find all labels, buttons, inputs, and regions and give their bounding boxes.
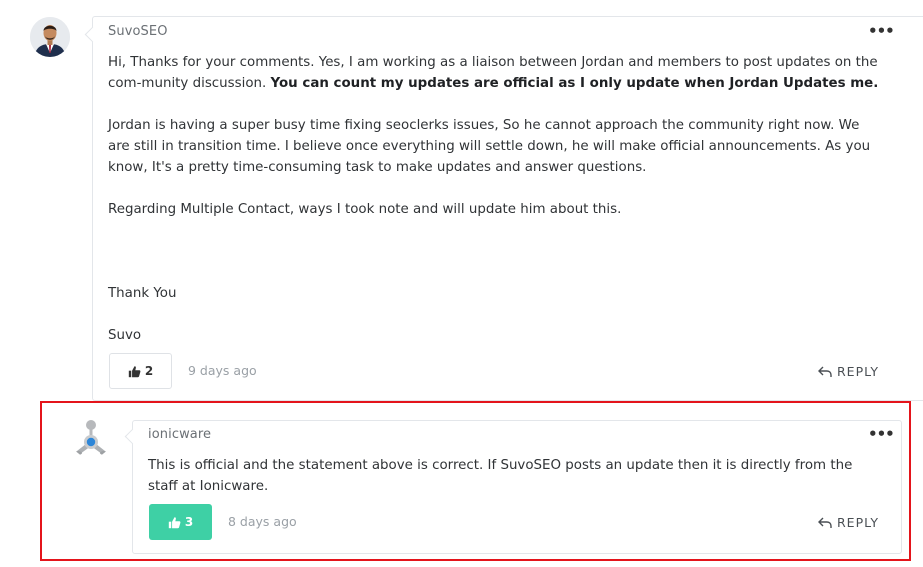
more-dots-icon[interactable]: ••• (868, 425, 895, 443)
comment-body: Hi, Thanks for your comments. Yes, I am … (108, 52, 883, 346)
comment-body: This is official and the statement above… (148, 455, 883, 497)
comment-paragraph: Hi, Thanks for your comments. Yes, I am … (108, 52, 883, 94)
comment-timestamp: 8 days ago (228, 514, 297, 529)
thumbs-up-icon (168, 516, 181, 528)
comment-paragraph: Jordan is having a super busy time fixin… (108, 118, 871, 175)
more-dots-icon[interactable]: ••• (868, 22, 895, 40)
reply-arrow-icon (818, 366, 832, 377)
avatar-ionicware[interactable] (71, 418, 111, 458)
comment-paragraph: Regarding Multiple Contact, ways I took … (108, 202, 622, 217)
thumbs-up-icon (128, 365, 141, 377)
reply-button[interactable]: REPLY (818, 515, 879, 530)
paragraph-bold-text: You can count my updates are official as… (270, 76, 879, 91)
like-count: 3 (184, 515, 194, 529)
comment-author[interactable]: SuvoSEO (108, 24, 168, 39)
reply-label: REPLY (837, 515, 880, 530)
comment-timestamp: 9 days ago (188, 363, 257, 378)
reply-button[interactable]: REPLY (818, 364, 879, 379)
like-button[interactable]: 2 (109, 353, 172, 389)
like-count: 2 (144, 364, 154, 378)
comment-paragraph: This is official and the statement above… (148, 458, 853, 494)
comment-paragraph: Suvo (108, 328, 142, 343)
like-button-active[interactable]: 3 (149, 504, 212, 540)
reply-label: REPLY (837, 364, 880, 379)
avatar-suvoseo[interactable] (30, 17, 70, 57)
comment-paragraph: Thank You (108, 286, 177, 301)
comment-author[interactable]: ionicware (148, 427, 211, 442)
reply-arrow-icon (818, 517, 832, 528)
